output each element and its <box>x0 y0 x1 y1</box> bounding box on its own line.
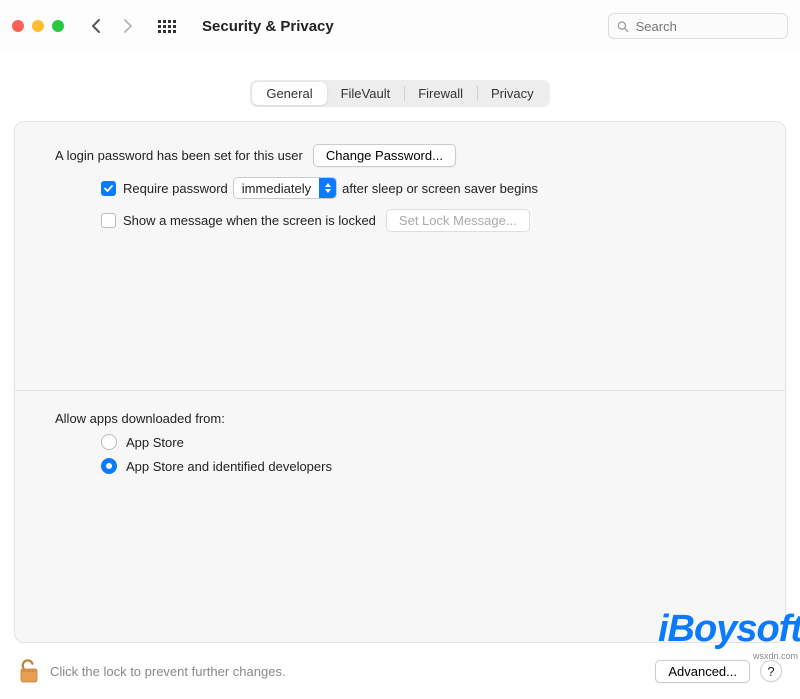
back-button[interactable] <box>84 14 108 38</box>
radio-app-store-identified-label: App Store and identified developers <box>126 459 332 474</box>
watermark-sub: wsxdn.com <box>753 651 798 661</box>
radio-app-store-label: App Store <box>126 435 184 450</box>
tab-privacy[interactable]: Privacy <box>477 82 548 105</box>
search-icon <box>617 20 629 33</box>
tab-firewall[interactable]: Firewall <box>404 82 477 105</box>
close-window-button[interactable] <box>12 20 24 32</box>
stepper-icon <box>319 178 336 198</box>
tab-filevault[interactable]: FileVault <box>327 82 405 105</box>
radio-app-store-identified[interactable] <box>101 458 117 474</box>
all-preferences-icon[interactable] <box>158 20 176 33</box>
general-panel: A login password has been set for this u… <box>14 121 786 643</box>
window-title: Security & Privacy <box>202 18 334 35</box>
change-password-button[interactable]: Change Password... <box>313 144 456 167</box>
after-sleep-text: after sleep or screen saver begins <box>342 181 538 196</box>
show-message-checkbox[interactable] <box>101 213 116 228</box>
watermark-logo: iBoysoft <box>658 608 800 651</box>
allow-apps-heading: Allow apps downloaded from: <box>55 411 745 426</box>
show-message-label: Show a message when the screen is locked <box>123 213 376 228</box>
require-password-label: Require password <box>123 181 228 196</box>
help-button[interactable]: ? <box>760 660 782 682</box>
password-delay-value: immediately <box>234 181 319 196</box>
set-lock-message-button: Set Lock Message... <box>386 209 530 232</box>
forward-button <box>116 14 140 38</box>
require-password-checkbox[interactable] <box>101 181 116 196</box>
password-delay-select[interactable]: immediately <box>233 177 337 199</box>
lock-icon[interactable] <box>18 658 40 684</box>
search-input[interactable] <box>634 18 779 35</box>
tab-general[interactable]: General <box>252 82 326 105</box>
maximize-window-button[interactable] <box>52 20 64 32</box>
advanced-button[interactable]: Advanced... <box>655 660 750 683</box>
radio-app-store[interactable] <box>101 434 117 450</box>
search-field[interactable] <box>608 13 788 39</box>
lock-hint-text: Click the lock to prevent further change… <box>50 664 286 679</box>
login-password-set-text: A login password has been set for this u… <box>55 148 303 163</box>
minimize-window-button[interactable] <box>32 20 44 32</box>
tab-bar: General FileVault Firewall Privacy <box>250 80 549 107</box>
